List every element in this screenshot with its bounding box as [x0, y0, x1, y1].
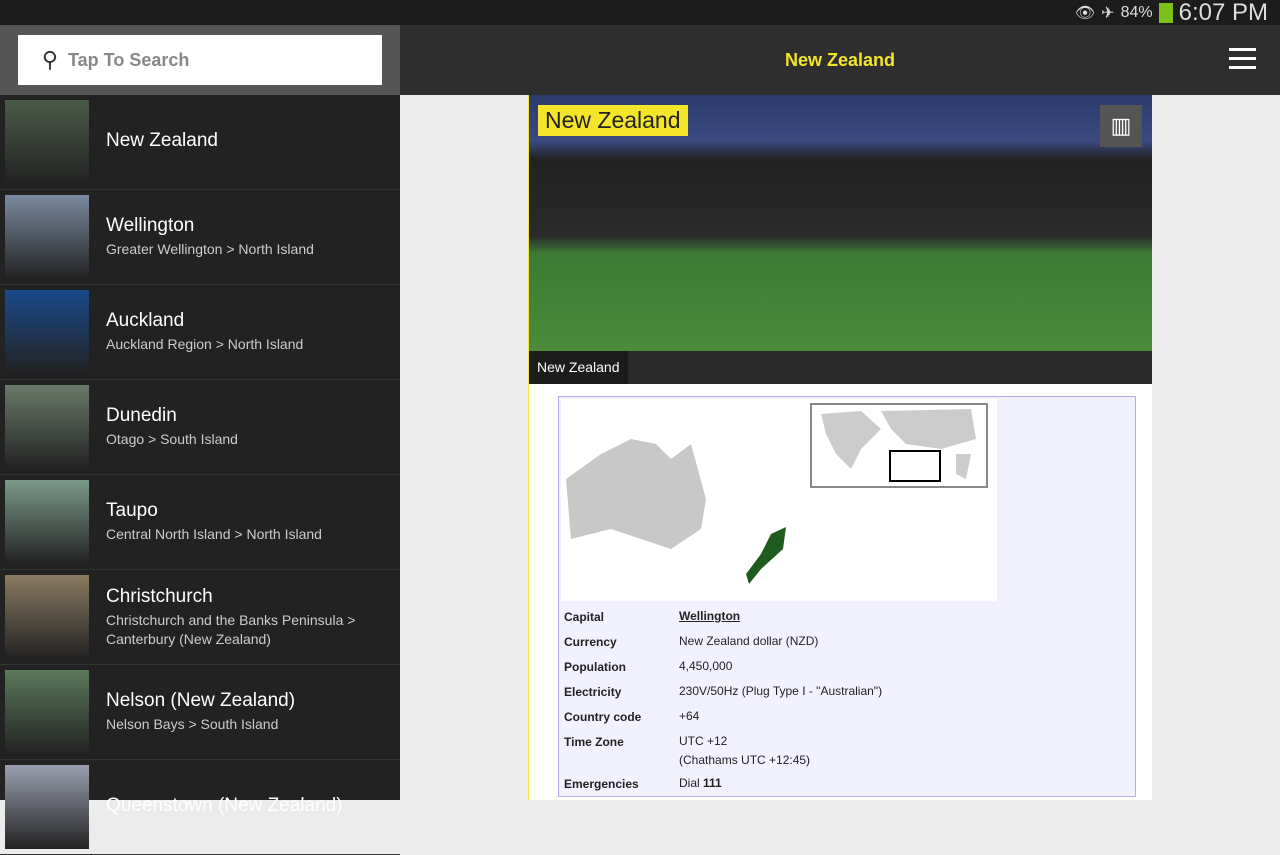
search-input[interactable]: [68, 49, 348, 71]
list-item-title: Dunedin: [106, 405, 177, 426]
fact-row: Time Zone UTC +12 (Chathams UTC +12:45): [559, 728, 1135, 770]
article: New Zealand ▥ New Zealand Capital Welling…: [528, 95, 1152, 800]
hero-image: New Zealand ▥: [529, 95, 1152, 351]
battery-icon: [1158, 2, 1173, 23]
thumbnail-image: [5, 670, 89, 754]
fact-label: Time Zone: [564, 735, 624, 749]
fact-row: Electricity 230V/50Hz (Plug Type I - "Aus…: [559, 678, 1135, 703]
thumbnail-image: [5, 765, 89, 849]
list-item-title: Christchurch: [106, 585, 213, 607]
list-item-subtitle: Christchurch and the Banks Peninsula > C…: [106, 611, 356, 647]
fact-label: Emergencies: [564, 777, 639, 791]
list-item-subtitle: Auckland Region > North Island: [106, 336, 304, 352]
list-item[interactable]: Dunedin Otago > South Island: [0, 380, 400, 475]
fact-value: New Zealand dollar (NZD): [679, 634, 819, 648]
eye-icon: 👁: [1074, 4, 1096, 22]
list-item-subtitle: Nelson Bays > South Island: [106, 716, 279, 732]
list-item[interactable]: Queenstown (New Zealand): [0, 760, 400, 855]
thumbnail-image: [5, 195, 89, 279]
fact-row: Currency New Zealand dollar (NZD): [559, 628, 1135, 653]
list-item[interactable]: New Zealand: [0, 95, 400, 190]
list-item[interactable]: Taupo Central North Island > North Islan…: [0, 475, 400, 570]
list-item-title: Queenstown (New Zealand): [106, 794, 343, 816]
fact-value: UTC +12: [679, 734, 728, 748]
fact-label: Currency: [564, 635, 617, 649]
header: New Zealand: [400, 25, 1280, 95]
fact-value-extra: (Chathams UTC +12:45): [679, 753, 811, 767]
fact-row: Emergencies Dial 111: [559, 770, 1135, 795]
fact-value: 230V/50Hz (Plug Type I - "Australian"): [679, 684, 883, 698]
list-item[interactable]: Wellington Greater Wellington > North Is…: [0, 190, 400, 285]
destination-list: New Zealand Wellington Greater Wellingto…: [0, 95, 400, 855]
list-item-title: Auckland: [106, 310, 185, 331]
thumbnail-image: [5, 385, 89, 469]
fact-value: +64: [679, 709, 700, 723]
hero-label: New Zealand: [538, 105, 688, 136]
fact-row: Population 4,450,000: [559, 653, 1135, 678]
battery-percent: 84%: [1120, 3, 1153, 21]
menu-icon[interactable]: [1229, 48, 1256, 75]
list-item-title: Nelson (New Zealand): [106, 690, 296, 711]
list-item-subtitle: Otago > South Island: [106, 431, 238, 447]
status-bar: 👁 ✈ 84% 6:07 PM: [0, 0, 1280, 26]
list-item-title: New Zealand: [106, 129, 218, 151]
map-graphic: [566, 403, 988, 584]
list-item-title: Taupo: [106, 500, 158, 521]
search-box[interactable]: ⚲: [18, 35, 382, 85]
airplane-icon: ✈: [1101, 4, 1115, 22]
fact-label: Capital: [564, 610, 605, 624]
list-item-subtitle: Greater Wellington > North Island: [106, 241, 314, 257]
thumbnail-image: [5, 290, 89, 374]
infobox: Capital Wellington Currency New Zealand dol…: [558, 396, 1136, 797]
fact-row: Capital Wellington: [559, 603, 1135, 628]
list-item[interactable]: Christchurch Christchurch and the Banks …: [0, 570, 400, 665]
thumbnail-image: [5, 100, 89, 184]
fact-label: Population: [564, 660, 626, 674]
page-title: New Zealand: [784, 49, 896, 70]
fact-value: 4,450,000: [679, 659, 733, 673]
image-caption-bar: New Zealand: [529, 351, 1152, 384]
fact-label: Electricity: [564, 685, 622, 699]
list-item-title: Wellington: [106, 215, 195, 236]
emergency-number: 111: [703, 776, 722, 790]
sidebar: ⚲ New Zealand Wellington Greater Welling…: [0, 25, 400, 855]
clock: 6:07 PM: [1178, 0, 1268, 26]
list-item[interactable]: Auckland Auckland Region > North Island: [0, 285, 400, 380]
fact-value[interactable]: Wellington: [679, 609, 740, 623]
search-bar: ⚲: [0, 25, 400, 95]
map-icon[interactable]: ▥: [1100, 105, 1142, 147]
image-caption: New Zealand: [529, 351, 628, 384]
location-map: [561, 399, 997, 601]
search-icon: ⚲: [41, 47, 58, 72]
thumbnail-image: [5, 480, 89, 564]
thumbnail-image: [5, 575, 89, 659]
list-item-subtitle: Central North Island > North Island: [106, 526, 322, 542]
list-item[interactable]: Nelson (New Zealand) Nelson Bays > South…: [0, 665, 400, 760]
fact-label: Country code: [564, 710, 642, 724]
fact-value: Dial: [679, 776, 704, 790]
fact-row: Country code +64: [559, 703, 1135, 728]
